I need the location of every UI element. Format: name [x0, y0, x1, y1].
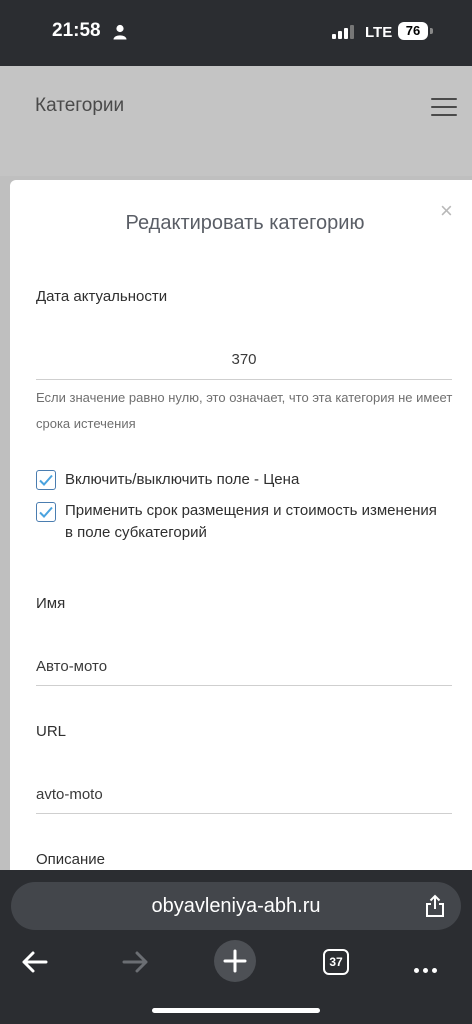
signal-icon — [332, 25, 354, 39]
battery-nub — [430, 28, 433, 34]
expiry-hint: Если значение равно нулю, это означает, … — [36, 390, 453, 431]
expiry-input[interactable]: 370 — [36, 351, 452, 380]
home-indicator — [152, 1008, 320, 1013]
share-icon[interactable] — [424, 894, 446, 918]
price-field-checkbox-label[interactable]: Включить/выключить поле - Цена — [65, 469, 445, 491]
status-time: 21:58 — [52, 20, 101, 41]
apply-subcategories-checkbox[interactable] — [36, 502, 56, 522]
expiry-label: Дата актуальности — [36, 288, 168, 305]
back-arrow-icon[interactable] — [20, 942, 48, 982]
nav-row: 37 — [0, 940, 472, 986]
tabs-button[interactable]: 37 — [323, 949, 349, 975]
close-icon[interactable]: × — [440, 200, 453, 222]
browser-toolbar: obyavleniya-abh.ru 37 — [0, 870, 472, 1024]
modal-title: Редактировать категорию — [125, 212, 365, 234]
checkmark-icon — [39, 474, 53, 486]
name-label: Имя — [36, 595, 66, 612]
plus-icon — [223, 949, 247, 973]
page-title: Категории — [35, 95, 125, 116]
address-bar[interactable]: obyavleniya-abh.ru — [11, 882, 461, 930]
address-text[interactable]: obyavleniya-abh.ru — [11, 895, 461, 918]
name-input[interactable]: Авто-мото — [36, 658, 452, 686]
person-icon — [113, 24, 127, 40]
url-label: URL — [36, 723, 67, 740]
battery-level: 76 — [398, 22, 428, 40]
description-label: Описание — [36, 851, 106, 868]
forward-arrow-icon[interactable] — [122, 942, 150, 982]
new-tab-button[interactable] — [214, 940, 256, 982]
price-field-checkbox[interactable] — [36, 470, 56, 490]
page-header: Категории — [0, 66, 472, 176]
url-input[interactable]: avto-moto — [36, 786, 452, 814]
checkmark-icon — [39, 506, 53, 518]
apply-subcategories-checkbox-label[interactable]: Применить срок размещения и стоимость из… — [65, 500, 445, 544]
edit-category-modal: Редактировать категорию × Дата актуально… — [10, 180, 472, 870]
network-type: LTE — [365, 24, 393, 41]
status-bar: 21:58 LTE 76 — [0, 0, 472, 66]
more-icon[interactable] — [414, 960, 441, 978]
hamburger-icon[interactable] — [431, 98, 457, 116]
